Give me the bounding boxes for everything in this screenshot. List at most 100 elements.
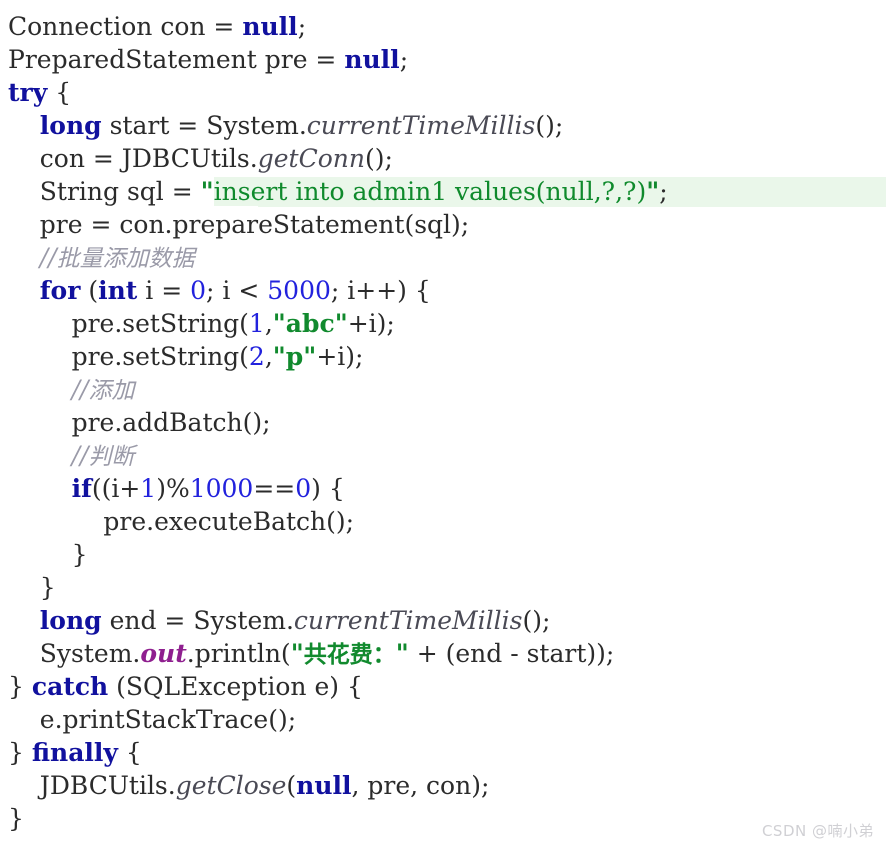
code-line-content: //判断 bbox=[8, 441, 135, 470]
code-line: System.out.println("共花费：" + (end - start… bbox=[8, 637, 886, 670]
token-plain: ; i++) { bbox=[330, 276, 431, 305]
token-plain: String sql = bbox=[39, 177, 201, 206]
code-line: //批量添加数据 bbox=[8, 241, 886, 274]
token-plain: )% bbox=[156, 474, 190, 503]
code-line: pre.executeBatch(); bbox=[8, 505, 886, 538]
token-plain: pre.setString( bbox=[71, 309, 249, 338]
token-number: 1 bbox=[140, 474, 157, 503]
code-line-content: Connection con = null; bbox=[8, 12, 306, 41]
code-line: e.printStackTrace(); bbox=[8, 703, 886, 736]
token-number: 1000 bbox=[189, 474, 254, 503]
code-line: //判断 bbox=[8, 439, 886, 472]
token-cjk-comment: 添加 bbox=[88, 378, 135, 404]
token-plain: ((i+ bbox=[91, 474, 141, 503]
token-plain: pre.executeBatch(); bbox=[103, 507, 355, 536]
token-plain: , pre, con); bbox=[351, 771, 490, 800]
token-comment: // bbox=[39, 243, 57, 272]
token-comment: // bbox=[71, 375, 89, 404]
token-keyword: catch bbox=[31, 672, 109, 701]
token-keyword: long bbox=[39, 606, 102, 635]
code-line: } finally { bbox=[8, 736, 886, 769]
code-line-content: pre = con.prepareStatement(sql); bbox=[8, 210, 469, 239]
token-keyword: if bbox=[71, 474, 92, 503]
code-line-content: con = JDBCUtils.getConn(); bbox=[8, 144, 393, 173]
token-plain: , bbox=[264, 342, 273, 371]
csdn-watermark: CSDN @喃小弟 bbox=[761, 822, 874, 840]
code-line-content: try { bbox=[8, 78, 71, 107]
token-plain: ) { bbox=[311, 474, 345, 503]
code-line: } bbox=[8, 538, 886, 571]
token-plain: ; bbox=[659, 177, 668, 206]
token-plain: .println( bbox=[186, 639, 291, 668]
token-plain: Connection con = bbox=[8, 12, 243, 41]
token-string-hl: insert into admin1 values(null,?,?) bbox=[213, 177, 647, 206]
code-line: pre.addBatch(); bbox=[8, 406, 886, 439]
code-line-content: } finally { bbox=[8, 738, 142, 767]
token-string: " bbox=[646, 177, 660, 206]
token-plain: start = System. bbox=[101, 111, 307, 140]
code-line-content: System.out.println("共花费：" + (end - start… bbox=[8, 639, 615, 668]
token-number: 0 bbox=[190, 276, 207, 305]
code-line-content: //添加 bbox=[8, 375, 135, 404]
token-number: 0 bbox=[295, 474, 312, 503]
code-line-content: pre.setString(1,"abc"+i); bbox=[8, 309, 395, 338]
token-string: "p" bbox=[272, 342, 317, 371]
code-line: pre = con.prepareStatement(sql); bbox=[8, 208, 886, 241]
code-line-content: for (int i = 0; i < 5000; i++) { bbox=[8, 276, 431, 305]
code-line-content: JDBCUtils.getClose(null, pre, con); bbox=[8, 771, 490, 800]
token-plain: } bbox=[8, 738, 32, 767]
code-line: //添加 bbox=[8, 373, 886, 406]
token-plain: con = JDBCUtils. bbox=[39, 144, 258, 173]
code-line: JDBCUtils.getClose(null, pre, con); bbox=[8, 769, 886, 802]
code-line: String sql = "insert into admin1 values(… bbox=[8, 175, 886, 208]
code-line: for (int i = 0; i < 5000; i++) { bbox=[8, 274, 886, 307]
code-line-content: } bbox=[8, 804, 24, 833]
token-keyword: null bbox=[344, 45, 400, 74]
token-plain: JDBCUtils. bbox=[39, 771, 176, 800]
code-line-content: } bbox=[8, 540, 88, 569]
token-cjk-comment: 判断 bbox=[88, 444, 135, 470]
token-keyword: int bbox=[98, 276, 138, 305]
token-plain: System. bbox=[39, 639, 141, 668]
token-plain: pre.setString( bbox=[71, 342, 249, 371]
token-plain: } bbox=[8, 804, 24, 833]
code-line-content: long end = System.currentTimeMillis(); bbox=[8, 606, 551, 635]
token-keyword: try bbox=[8, 78, 48, 107]
token-plain: ; i < bbox=[206, 276, 268, 305]
token-cjk-string: 共花费： bbox=[303, 642, 396, 668]
code-line-content: PreparedStatement pre = null; bbox=[8, 45, 408, 74]
code-line: } bbox=[8, 571, 886, 604]
code-line-content: long start = System.currentTimeMillis(); bbox=[8, 111, 563, 140]
token-plain: ( bbox=[80, 276, 99, 305]
token-keyword: long bbox=[39, 111, 102, 140]
token-plain: ( bbox=[286, 771, 297, 800]
token-method: currentTimeMillis bbox=[306, 111, 536, 140]
token-plain: (); bbox=[522, 606, 551, 635]
token-keyword: null bbox=[296, 771, 352, 800]
token-plain: + (end - start)); bbox=[408, 639, 615, 668]
code-line: PreparedStatement pre = null; bbox=[8, 43, 886, 76]
code-block[interactable]: Connection con = null; PreparedStatement … bbox=[8, 10, 886, 835]
token-plain: e.printStackTrace(); bbox=[39, 705, 297, 734]
code-line: try { bbox=[8, 76, 886, 109]
token-keyword: for bbox=[39, 276, 81, 305]
code-line: long end = System.currentTimeMillis(); bbox=[8, 604, 886, 637]
code-line-content: pre.addBatch(); bbox=[8, 408, 271, 437]
token-plain: i = bbox=[137, 276, 191, 305]
token-plain: { bbox=[47, 78, 72, 107]
code-line-content: e.printStackTrace(); bbox=[8, 705, 296, 734]
code-line-content: if((i+1)%1000==0) { bbox=[8, 474, 345, 503]
code-line: if((i+1)%1000==0) { bbox=[8, 472, 886, 505]
token-plain: pre.addBatch(); bbox=[71, 408, 271, 437]
code-line-content: String sql = "insert into admin1 values(… bbox=[8, 177, 668, 206]
